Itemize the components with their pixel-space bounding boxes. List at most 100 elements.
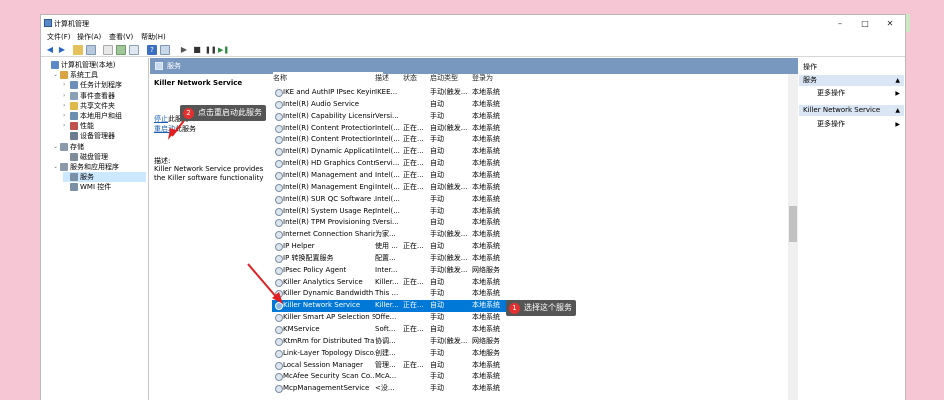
tree-expander-icon[interactable]: ›	[63, 121, 69, 131]
service-gear-icon	[275, 266, 283, 275]
title-bar[interactable]: 计算机管理 – □ ✕	[41, 15, 905, 32]
tree-item[interactable]: 设备管理器	[63, 131, 146, 141]
restart-service-icon[interactable]: ▶❚	[218, 45, 229, 55]
minimize-button[interactable]: –	[827, 17, 853, 30]
service-startup-type: 自动	[430, 301, 444, 310]
service-status	[403, 99, 429, 111]
table-row[interactable]: Intel(R) Content Protection... Intel(... 正…	[272, 123, 512, 135]
table-row[interactable]: Intel(R) HD Graphics Contr... Servi... 正在.…	[272, 158, 512, 170]
table-row[interactable]: Local Session Manager 管理... 正在... 自动 本地系统	[272, 360, 512, 372]
table-row[interactable]: Killer Dynamic Bandwidth ... This ... 手动 本地…	[272, 288, 512, 300]
stop-service-link[interactable]: 停止	[154, 114, 168, 124]
scrollbar-thumb[interactable]	[789, 206, 797, 242]
service-gear-icon	[275, 89, 283, 97]
tree-node-icon	[70, 91, 78, 100]
tree-expander-icon[interactable]: ⌄	[53, 162, 59, 172]
help-icon[interactable]: ?	[147, 45, 157, 55]
table-row[interactable]: Killer Analytics Service Killer... 正在... 自动…	[272, 277, 512, 289]
tree-expander-icon[interactable]: ›	[63, 91, 69, 101]
tree-item[interactable]: 磁盘管理	[63, 152, 146, 162]
table-row[interactable]: Intel(R) System Usage Rep... Intel(... 手动 本…	[272, 206, 512, 218]
service-description: 使用 ...	[375, 242, 398, 251]
table-row[interactable]: McAfee Security Scan Co... McA... 手动 本地系统	[272, 371, 512, 383]
table-row[interactable]: Intel(R) Capability Licensin... Versi... 手…	[272, 111, 512, 123]
service-status: 正在...	[403, 182, 424, 191]
tree-expander-icon[interactable]: ›	[63, 111, 69, 121]
table-row[interactable]: Intel(R) Management and ... Intel(... 正在..…	[272, 170, 512, 182]
table-row[interactable]: Link-Layer Topology Disco... 创建... 手动 本地服务	[272, 348, 512, 360]
tree-node-icon	[60, 163, 68, 171]
tree-item[interactable]: › 共享文件夹	[63, 101, 146, 111]
table-row[interactable]: Intel(R) SUR QC Software ... Intel(... 手动 本…	[272, 194, 512, 206]
table-row[interactable]: Killer Smart AP Selection S... Offe... 手动本…	[272, 312, 512, 324]
table-row[interactable]: IKE and AuthIP IPsec Keyin... IKEE... 手动(触…	[272, 87, 512, 99]
close-button[interactable]: ✕	[877, 17, 903, 30]
actions-section-killer[interactable]: Killer Network Service ▲	[799, 105, 904, 116]
tree-item[interactable]: › 任务计划程序	[63, 80, 146, 90]
description-text: Killer Network Service provides the Kill…	[154, 165, 264, 182]
stop-service-icon[interactable]: ■	[192, 45, 202, 55]
column-header-description[interactable]: 描述	[375, 72, 389, 84]
tree-expander-icon[interactable]: ⌄	[53, 142, 59, 152]
tree-item[interactable]: ⌄ 存储	[53, 142, 146, 152]
maximize-button[interactable]: □	[852, 17, 878, 30]
service-gear-icon	[275, 183, 283, 192]
table-row[interactable]: IPsec Policy Agent Inter... 手动(触发... 网络服务	[272, 265, 512, 277]
tree-node-icon	[60, 71, 68, 80]
table-row[interactable]: Intel(R) Content Protection... Intel(... 正…	[272, 134, 512, 146]
restart-service-link[interactable]: 重启动	[154, 124, 175, 134]
table-row[interactable]: IP 转换配置服务 配置... 手动(触发... 本地系统	[272, 253, 512, 265]
service-startup-type: 手动	[430, 111, 444, 120]
export-list-icon[interactable]	[129, 45, 139, 55]
table-row[interactable]: Intel(R) Audio Service 自动 本地系统	[272, 99, 512, 111]
more-actions-killer[interactable]: 更多操作	[817, 119, 845, 130]
tree-item[interactable]: › 本地用户和组	[63, 111, 146, 121]
restart-service-suffix: 此服务	[175, 125, 196, 133]
table-row[interactable]: Intel(R) TPM Provisioning S... Versi... 自动…	[272, 217, 512, 229]
service-logon-as: 本地系统	[472, 99, 500, 108]
tree-item[interactable]: WMI 控件	[63, 182, 146, 192]
tree-item[interactable]: › 性能	[63, 121, 146, 131]
tree-item[interactable]: › 事件查看器	[63, 91, 146, 101]
service-gear-icon	[275, 278, 283, 287]
column-header-name[interactable]: 名称	[273, 72, 383, 84]
tree-expander-icon[interactable]: ›	[63, 101, 69, 111]
service-startup-type: 自动	[430, 360, 444, 369]
actions-section-services[interactable]: 服务 ▲	[799, 75, 904, 86]
tree-item[interactable]: ⌄ 系统工具	[53, 70, 146, 80]
table-row[interactable]: KtmRm for Distributed Tra... 协调... 手动(触发..…	[272, 336, 512, 348]
table-row[interactable]: Internet Connection Sharin... 为家... 手动(触发.…	[272, 229, 512, 241]
tree-item[interactable]: 计算机管理(本地)	[44, 60, 146, 70]
service-logon-as: 本地系统	[472, 372, 500, 381]
table-row-selected[interactable]: Killer Network Service Killer... 正在... 自动 本地…	[272, 300, 512, 313]
menu-view[interactable]: 查看(V)	[109, 32, 133, 43]
tree-expander-icon[interactable]: ›	[63, 80, 69, 90]
back-icon[interactable]: ◀	[45, 45, 55, 55]
refresh-icon[interactable]	[116, 45, 126, 55]
table-row[interactable]: Intel(R) Dynamic Applicati... Intel(... 正在…	[272, 146, 512, 158]
tree-expander-icon[interactable]: ⌄	[53, 70, 59, 80]
column-header-status[interactable]: 状态	[403, 72, 417, 84]
start-service-icon[interactable]: ▶	[179, 45, 189, 55]
up-folder-icon[interactable]	[73, 45, 83, 55]
forward-icon[interactable]: ▶	[57, 45, 67, 55]
show-hide-tree-icon[interactable]	[86, 45, 96, 55]
menu-file[interactable]: 文件(F)	[47, 32, 71, 43]
more-actions-services[interactable]: 更多操作	[817, 88, 845, 99]
properties-icon[interactable]	[103, 45, 113, 55]
column-header-logon-as[interactable]: 登录为	[472, 72, 493, 84]
view-icon[interactable]	[160, 45, 170, 55]
service-status: 正在...	[403, 123, 424, 132]
computer-management-icon	[44, 19, 52, 27]
table-row[interactable]: McpManagementService <没... 手动 本地系统	[272, 383, 512, 395]
column-header-startup-type[interactable]: 启动类型	[430, 72, 458, 84]
table-row[interactable]: KMService Soft... 正在... 自动 本地系统	[272, 324, 512, 336]
table-row[interactable]: Intel(R) Management Engi... Intel(... 正在..…	[272, 182, 512, 194]
menu-help[interactable]: 帮助(H)	[141, 32, 166, 43]
selected-service-title: Killer Network Service	[154, 79, 243, 87]
tree-item[interactable]: 服务	[63, 172, 146, 183]
tree-item[interactable]: ⌄ 服务和应用程序	[53, 162, 146, 172]
table-row[interactable]: IP Helper 使用 ... 正在... 自动 本地系统	[272, 241, 512, 253]
pause-service-icon[interactable]: ❚❚	[205, 45, 217, 55]
menu-action[interactable]: 操作(A)	[77, 32, 101, 43]
